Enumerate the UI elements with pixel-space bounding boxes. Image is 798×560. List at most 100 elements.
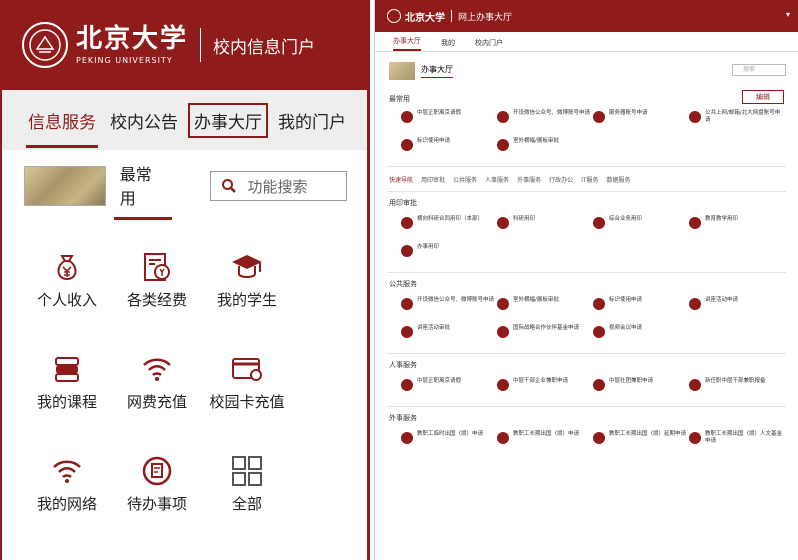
tab-announcements[interactable]: 校内公告 — [106, 105, 182, 136]
service-item[interactable]: 国际战略合作伙伴基金申请 — [497, 325, 593, 347]
service-item[interactable]: 标识使用申请 — [401, 138, 497, 160]
service-item[interactable]: 科研用印 — [497, 216, 593, 238]
service-item[interactable]: 办事用印 — [401, 244, 497, 266]
function-search-input[interactable]: 功能搜索 — [210, 171, 347, 201]
nav-mine[interactable]: 我的 — [441, 38, 455, 51]
foreign-affairs-list: 教职工临时出国（境）申请 教职工长期出国（境）申请 教职工长期出国（境）延期申请… — [375, 431, 798, 453]
service-item[interactable]: 中层社团兼职申请 — [593, 378, 689, 400]
service-icon — [593, 217, 605, 229]
service-item[interactable]: 教职工长期出国（境）人文基金申请 — [689, 431, 785, 453]
section-title: 最常用 — [389, 95, 410, 103]
service-label: 综合业务用印 — [609, 216, 643, 222]
service-icon — [593, 111, 605, 123]
service-label: 中层正职离京请假 — [417, 110, 462, 116]
app-label: 我的学生 — [216, 291, 277, 309]
service-item[interactable]: 中层干部企业兼职申请 — [497, 378, 593, 400]
mobile-tabs: 信息服务 校内公告 办事大厅 我的门户 — [2, 90, 367, 150]
hall-search-input[interactable]: 搜索 — [732, 64, 786, 76]
app-all[interactable]: 全部 — [202, 454, 292, 556]
edit-button[interactable]: 编辑 — [742, 90, 784, 104]
service-icon — [401, 326, 413, 338]
service-item[interactable]: 教职工长期出国（境）申请 — [497, 431, 593, 453]
service-item[interactable]: 服务器账号申请 — [593, 110, 689, 132]
app-todo[interactable]: 待办事项 — [112, 454, 202, 556]
service-icon — [497, 379, 509, 391]
search-placeholder: 搜索 — [743, 66, 756, 73]
hall-bar: 办事大厅 搜索 — [375, 52, 798, 84]
most-common-label[interactable]: 最常用 — [113, 161, 173, 220]
campus-painting-thumbnail — [24, 166, 106, 206]
hr-services-list: 中层正职离京请假 中层干部企业兼职申请 中层社团兼职申请 新任职中层干部兼职报备 — [375, 378, 798, 400]
app-label: 待办事项 — [126, 495, 187, 513]
tab-info-services[interactable]: 信息服务 — [24, 105, 100, 148]
brand-cn: 北京大学 — [76, 23, 189, 54]
app-my-students[interactable]: 我的学生 — [202, 250, 292, 352]
service-item[interactable]: 新任职中层干部兼职报备 — [689, 378, 785, 400]
quick-nav-link[interactable]: 行政办公 — [549, 175, 573, 184]
app-label: 我的课程 — [36, 393, 97, 411]
quick-nav-link[interactable]: 外事服务 — [517, 175, 541, 184]
service-item[interactable]: 横向科研合同用印（本部） — [401, 216, 497, 238]
quick-nav-link[interactable]: 用印审批 — [421, 175, 445, 184]
divider — [387, 191, 786, 192]
service-item[interactable]: 开设微信公众号、微博账号申请 — [497, 110, 593, 132]
money-bag-icon — [57, 255, 77, 281]
service-item[interactable]: 教职工长期出国（境）延期申请 — [593, 431, 689, 453]
brand-cn: 北京大学 — [405, 12, 445, 24]
service-label: 国际战略合作伙伴基金申请 — [513, 325, 580, 331]
wifi-icon — [143, 358, 171, 381]
service-label: 室外横幅/展板审批 — [513, 138, 559, 144]
grid-icon — [232, 456, 262, 486]
quick-nav-link[interactable]: IT服务 — [581, 175, 598, 184]
app-label: 个人收入 — [36, 291, 97, 309]
service-item[interactable]: 视频会议申请 — [593, 325, 689, 347]
service-label: 横向科研合同用印（本部） — [417, 216, 484, 222]
service-item[interactable]: 公共上网/邮箱/北大网盘账号申请 — [689, 110, 785, 132]
service-item[interactable]: 标识使用申请 — [593, 297, 689, 319]
quick-nav-link[interactable]: 快速导航 — [389, 175, 413, 184]
quick-nav-link[interactable]: 人事服务 — [485, 175, 509, 184]
service-icon — [593, 298, 605, 310]
service-item[interactable]: 中层正职离京请假 — [401, 378, 497, 400]
service-label: 开设微信公众号、微博账号申请 — [417, 297, 495, 303]
app-my-network[interactable]: 我的网络 — [22, 454, 112, 556]
app-personal-income[interactable]: 个人收入 — [22, 250, 112, 352]
public-services-list: 开设微信公众号、微博账号申请 室外横幅/展板审批 标识使用申请 讲座活动申请 讲… — [375, 297, 798, 347]
service-item[interactable]: 教育教学用印 — [689, 216, 785, 238]
service-icon — [497, 298, 509, 310]
campus-painting-thumbnail — [389, 62, 415, 80]
service-item[interactable]: 中层正职离京请假 — [401, 110, 497, 132]
service-icon — [401, 245, 413, 257]
service-item[interactable]: 综合业务用印 — [593, 216, 689, 238]
service-label: 标识使用申请 — [417, 138, 451, 144]
todo-icon — [142, 456, 172, 486]
app-label: 我的网络 — [36, 495, 97, 513]
service-item[interactable]: 室外横幅/展板审批 — [497, 138, 593, 160]
desktop-header: 北京大学 网上办事大厅 ▾ — [375, 0, 798, 32]
service-icon — [401, 298, 413, 310]
quick-nav-link[interactable]: 数据服务 — [607, 175, 631, 184]
service-label: 讲座活动申请 — [705, 297, 739, 303]
app-network-recharge[interactable]: 网费充值 — [112, 352, 202, 454]
desktop-service-hall-panel: 北京大学 网上办事大厅 ▾ 办事大厅 我的 校内门户 办事大厅 搜索 最常用 编… — [374, 0, 798, 560]
service-item[interactable]: 开设微信公众号、微博账号申请 — [401, 297, 497, 319]
university-logo: 北京大学 PEKING UNIVERSITY — [76, 26, 188, 65]
user-menu-caret-icon[interactable]: ▾ — [786, 10, 790, 19]
service-item[interactable]: 室外横幅/展板审批 — [497, 297, 593, 319]
service-label: 室外横幅/展板审批 — [513, 297, 559, 303]
quick-nav-link[interactable]: 公共服务 — [453, 175, 477, 184]
app-funds[interactable]: 各类经费 — [112, 250, 202, 352]
service-item[interactable]: 讲座活动审批 — [401, 325, 497, 347]
books-icon — [55, 357, 79, 382]
tab-my-portal[interactable]: 我的门户 — [274, 105, 350, 136]
service-item[interactable]: 教职工临时出国（境）申请 — [401, 431, 497, 453]
tab-service-hall[interactable]: 办事大厅 — [188, 102, 268, 138]
nav-service-hall[interactable]: 办事大厅 — [393, 36, 421, 51]
app-campus-card-recharge[interactable]: 校园卡充值 — [202, 352, 292, 454]
nav-campus-portal[interactable]: 校内门户 — [475, 38, 503, 51]
app-my-courses[interactable]: 我的课程 — [22, 352, 112, 454]
service-icon — [401, 111, 413, 123]
portal-title: 校内信息门户 — [213, 37, 316, 58]
section-title: 外事服务 — [389, 414, 417, 422]
service-item[interactable]: 讲座活动申请 — [689, 297, 785, 319]
